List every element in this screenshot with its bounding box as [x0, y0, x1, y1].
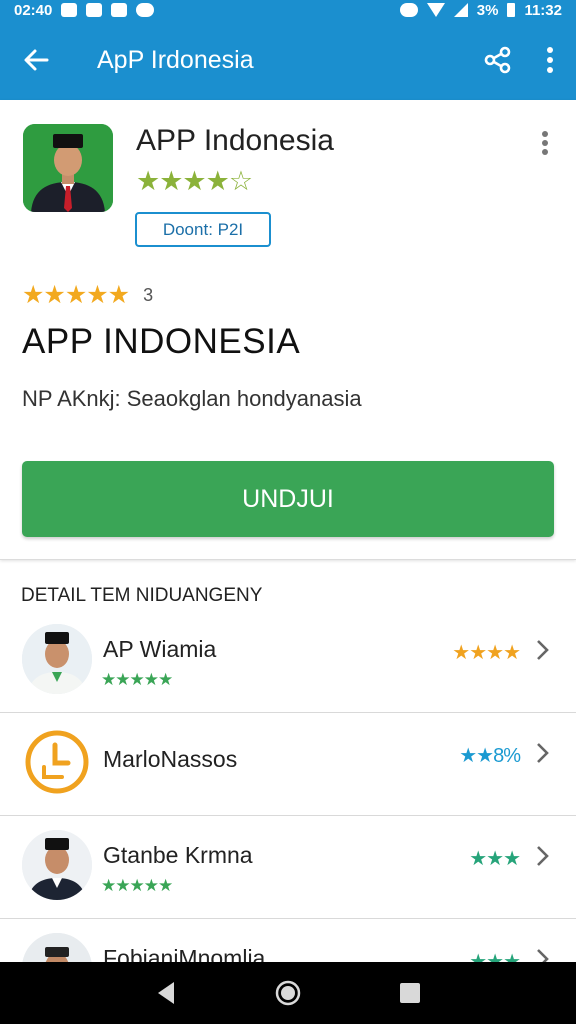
- developer-badge[interactable]: Doont: P2I: [135, 212, 271, 247]
- circle-home-icon: [275, 980, 301, 1006]
- app-star-rating: ★★★★☆: [136, 166, 253, 197]
- rating-row: ★★★★★ 3: [22, 280, 153, 310]
- alarm-icon: [399, 3, 418, 17]
- page-title: APP INDONESIA: [22, 322, 301, 361]
- clock-download-icon: [25, 730, 89, 794]
- list-item-stars: ★★★★★: [101, 876, 173, 895]
- nav-back-button[interactable]: [146, 973, 186, 1013]
- list-item-stars: ★★★★★: [101, 670, 173, 689]
- avatar: [22, 624, 92, 694]
- chevron-right-icon: [537, 846, 549, 866]
- more-vert-icon: [547, 47, 553, 73]
- list-item-rating: ★★★: [469, 848, 521, 870]
- notification-doc-icon: [86, 3, 103, 17]
- wifi-icon: [426, 3, 445, 17]
- rating-stars: ★★★★★: [22, 281, 130, 309]
- battery-icon: [507, 3, 516, 17]
- app-icon: [23, 124, 113, 212]
- app-detail-card: APP Indonesia ★★★★☆ Doont: P2I ★★★★★ 3 A…: [0, 100, 576, 560]
- list-item[interactable]: MarloNassos ★★8%: [0, 713, 576, 816]
- app-bar: ApP Irdonesia: [0, 20, 576, 100]
- person-avatar-icon: [22, 830, 92, 900]
- app-name: APP Indonesia: [136, 124, 334, 157]
- status-bar: 02:40 3% 11:32: [0, 0, 576, 20]
- detail-list: AP Wiamia ★★★★★ ★★★★ MarloNassos ★★8% Gt…: [0, 610, 576, 1022]
- system-nav-bar: [0, 962, 576, 1024]
- list-item[interactable]: AP Wiamia ★★★★★ ★★★★: [0, 610, 576, 713]
- app-description: NP AKnkj: Seaokglan hondyanasia: [22, 386, 362, 411]
- app-bar-title: ApP Irdonesia: [97, 45, 254, 74]
- list-item-name: AP Wiamia: [103, 636, 217, 662]
- more-options-button[interactable]: [524, 20, 576, 100]
- rating-count: 3: [143, 284, 154, 305]
- arrow-left-icon: [24, 49, 49, 71]
- nav-recents-button[interactable]: [390, 973, 430, 1013]
- person-portrait-icon: [23, 124, 113, 212]
- list-item-rating: ★★★★: [452, 642, 521, 664]
- install-button[interactable]: UNDJUI: [22, 461, 554, 537]
- list-item-rating: ★★8%: [459, 745, 521, 767]
- chevron-right-icon: [537, 640, 549, 660]
- share-icon: [484, 46, 511, 74]
- notification-image-icon: [111, 3, 128, 17]
- list-item-name: Gtanbe Krmna: [103, 842, 253, 868]
- app-stars-text: ★★★★☆: [136, 166, 253, 196]
- avatar: [22, 727, 92, 797]
- nav-home-button[interactable]: [268, 973, 308, 1013]
- status-time-left: 02:40: [14, 1, 53, 19]
- list-item[interactable]: Gtanbe Krmna ★★★★★ ★★★: [0, 816, 576, 919]
- square-recents-icon: [400, 983, 420, 1003]
- status-time-right: 11:32: [524, 1, 562, 19]
- avatar: [22, 830, 92, 900]
- battery-percent: 3%: [476, 1, 499, 19]
- back-button[interactable]: [0, 20, 72, 100]
- signal-icon: [453, 3, 468, 17]
- notification-check-icon: [61, 3, 78, 17]
- section-heading: DETAIL TEM NIDUANGENY: [21, 585, 263, 606]
- person-avatar-icon: [22, 624, 92, 694]
- notification-chat-icon: [136, 3, 155, 17]
- triangle-back-icon: [158, 982, 174, 1004]
- more-vert-icon: [542, 131, 548, 155]
- card-more-button[interactable]: [530, 128, 560, 158]
- share-button[interactable]: [472, 20, 524, 100]
- chevron-right-icon: [537, 743, 549, 763]
- list-item-name: MarloNassos: [103, 746, 238, 772]
